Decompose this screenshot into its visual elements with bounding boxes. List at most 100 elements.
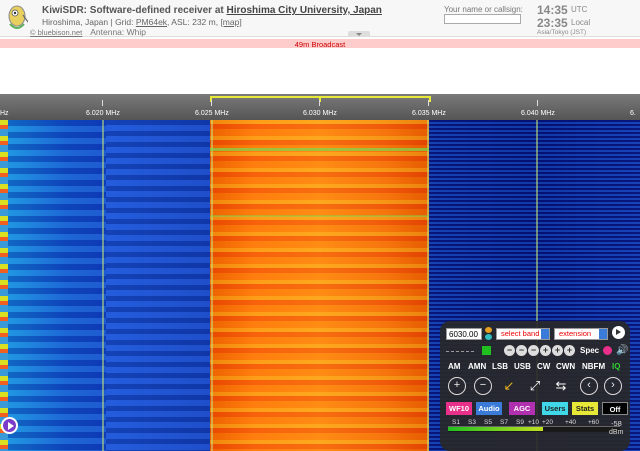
waterfall-noise-mid bbox=[106, 120, 210, 451]
top-bar: KiwiSDR: Software-defined receiver at Hi… bbox=[0, 0, 640, 37]
scale-tick bbox=[319, 100, 320, 106]
signal-streak bbox=[210, 148, 429, 151]
smeter-label: S1 bbox=[452, 419, 460, 426]
zoom-out-magnifier-icon[interactable]: − bbox=[474, 377, 492, 395]
waterfall-broadcast-signal bbox=[210, 120, 429, 451]
wf-button[interactable]: WF10 bbox=[446, 402, 472, 415]
scale-label: 6.030 MHz bbox=[303, 110, 337, 117]
credit-line: © bluebison.net Antenna: Whip bbox=[30, 27, 146, 37]
antenna-label: Antenna: Whip bbox=[90, 27, 146, 37]
local-label: Local bbox=[571, 18, 591, 27]
scale-tick bbox=[102, 100, 103, 106]
max-zoom-icon[interactable]: ⤢ bbox=[526, 377, 544, 395]
carrier-line bbox=[102, 120, 104, 451]
mode-am[interactable]: AM bbox=[448, 362, 460, 371]
mode-cwn[interactable]: CWN bbox=[556, 362, 575, 371]
carrier-line bbox=[211, 120, 213, 451]
mode-nbfm[interactable]: NBFM bbox=[582, 362, 605, 371]
local-time: 23:35 bbox=[537, 16, 568, 30]
page-title: KiwiSDR: Software-defined receiver at Hi… bbox=[42, 5, 382, 16]
name-input-label: Your name or callsign: bbox=[444, 5, 523, 14]
spec-button[interactable]: Spec bbox=[580, 346, 599, 355]
s-meter: S1 S3 S5 S7 S9 +10 +20 +40 +60 -58 dBm bbox=[446, 419, 626, 449]
agc-button[interactable]: AGC bbox=[509, 402, 535, 415]
speaker-icon[interactable]: 🔊 bbox=[616, 345, 628, 356]
stats-button[interactable]: Stats bbox=[572, 402, 598, 415]
scale-tick bbox=[428, 100, 429, 106]
zoom-out-icon[interactable]: − bbox=[516, 345, 527, 356]
smeter-label: +60 bbox=[588, 419, 600, 426]
map-link[interactable]: [map] bbox=[220, 17, 241, 27]
expand-icon[interactable] bbox=[482, 346, 491, 355]
smeter-label: +10 bbox=[528, 419, 540, 426]
band-select[interactable]: select band bbox=[496, 328, 550, 340]
smeter-dbm-value: -58 bbox=[611, 419, 622, 428]
page-left-icon[interactable]: ‹ bbox=[580, 377, 598, 395]
zoom-out-icon[interactable]: − bbox=[528, 345, 539, 356]
signal-streak bbox=[210, 215, 429, 217]
step-down-icon[interactable] bbox=[485, 334, 492, 340]
scale-label: 6.020 MHz bbox=[86, 110, 120, 117]
utc-label: UTC bbox=[571, 5, 588, 14]
navigation-icons: + − ↙ ⤢ ⇆ ‹ › bbox=[446, 377, 626, 399]
spectrum-display[interactable] bbox=[0, 49, 640, 94]
scale-label: 6.035 MHz bbox=[412, 110, 446, 117]
users-button[interactable]: Users bbox=[542, 402, 568, 415]
mode-amn[interactable]: AMN bbox=[468, 362, 486, 371]
off-button[interactable]: Off bbox=[602, 402, 628, 415]
asl-text: , ASL: 232 m, bbox=[167, 17, 221, 27]
callsign-input[interactable] bbox=[444, 14, 521, 24]
scale-label: Hz bbox=[0, 110, 9, 117]
zoom-in-magnifier-icon[interactable]: + bbox=[448, 377, 466, 395]
step-icons[interactable] bbox=[485, 327, 493, 341]
scale-tick bbox=[211, 100, 212, 106]
utc-time: 14:35 bbox=[537, 3, 568, 17]
page-right-icon[interactable]: › bbox=[604, 377, 622, 395]
frequency-input[interactable] bbox=[446, 328, 482, 340]
smeter-label: S3 bbox=[468, 419, 476, 426]
zoom-out-icon[interactable]: − bbox=[504, 345, 515, 356]
smeter-label: +20 bbox=[542, 419, 554, 426]
scale-label: 6.025 MHz bbox=[195, 110, 229, 117]
record-icon[interactable] bbox=[603, 346, 612, 355]
location-text: Hiroshima, Japan | Grid: bbox=[42, 17, 136, 27]
scale-tick bbox=[537, 100, 538, 106]
mode-iq[interactable]: IQ bbox=[612, 362, 620, 371]
mode-usb[interactable]: USB bbox=[514, 362, 531, 371]
smeter-dbm-unit: dBm bbox=[609, 429, 624, 436]
mode-buttons: AM AMN LSB USB CW CWN NBFM IQ bbox=[446, 362, 626, 374]
mode-cw[interactable]: CW bbox=[537, 362, 550, 371]
smeter-level bbox=[448, 427, 543, 431]
smeter-label: S7 bbox=[500, 419, 508, 426]
site-name-link[interactable]: Hiroshima City University, Japan bbox=[227, 5, 382, 16]
zoom-in-icon[interactable]: + bbox=[540, 345, 551, 356]
scale-label: 6. bbox=[630, 110, 636, 117]
zoom-in-icon[interactable]: + bbox=[564, 345, 575, 356]
zoom-to-band-icon[interactable]: ↙ bbox=[500, 377, 518, 395]
band-bar[interactable]: 49m Broadcast bbox=[0, 39, 640, 49]
mode-lsb[interactable]: LSB bbox=[492, 362, 508, 371]
zoom-in-icon[interactable]: + bbox=[552, 345, 563, 356]
zoom-row: − − − + + + Spec 🔊 bbox=[446, 345, 628, 359]
smeter-label: S5 bbox=[484, 419, 492, 426]
band-label: 49m Broadcast bbox=[294, 40, 346, 49]
carrier-line bbox=[427, 120, 429, 451]
scale-label: 6.040 MHz bbox=[521, 110, 555, 117]
grid-link[interactable]: PM64ek bbox=[136, 17, 167, 27]
options-play-icon[interactable] bbox=[612, 326, 625, 339]
kiwi-logo-icon bbox=[8, 5, 28, 29]
audio-button[interactable]: Audio bbox=[476, 402, 502, 415]
bluebison-link[interactable]: © bluebison.net bbox=[30, 28, 82, 37]
play-icon[interactable] bbox=[1, 417, 18, 434]
control-panel: select band extension − − − + + + Spec 🔊… bbox=[440, 321, 630, 451]
location-line: Hiroshima, Japan | Grid: PM64ek, ASL: 23… bbox=[42, 17, 242, 27]
extension-select[interactable]: extension bbox=[554, 328, 608, 340]
waterfall-noise-left bbox=[8, 120, 106, 451]
collapse-header-button[interactable] bbox=[348, 31, 370, 37]
swap-icon[interactable]: ⇆ bbox=[552, 377, 570, 395]
step-up-icon[interactable] bbox=[485, 327, 492, 333]
squelch-slider[interactable] bbox=[446, 351, 474, 352]
waterfall-signal-left bbox=[0, 120, 8, 451]
title-prefix: KiwiSDR: Software-defined receiver at bbox=[42, 5, 227, 16]
smeter-label: S9 bbox=[516, 419, 524, 426]
